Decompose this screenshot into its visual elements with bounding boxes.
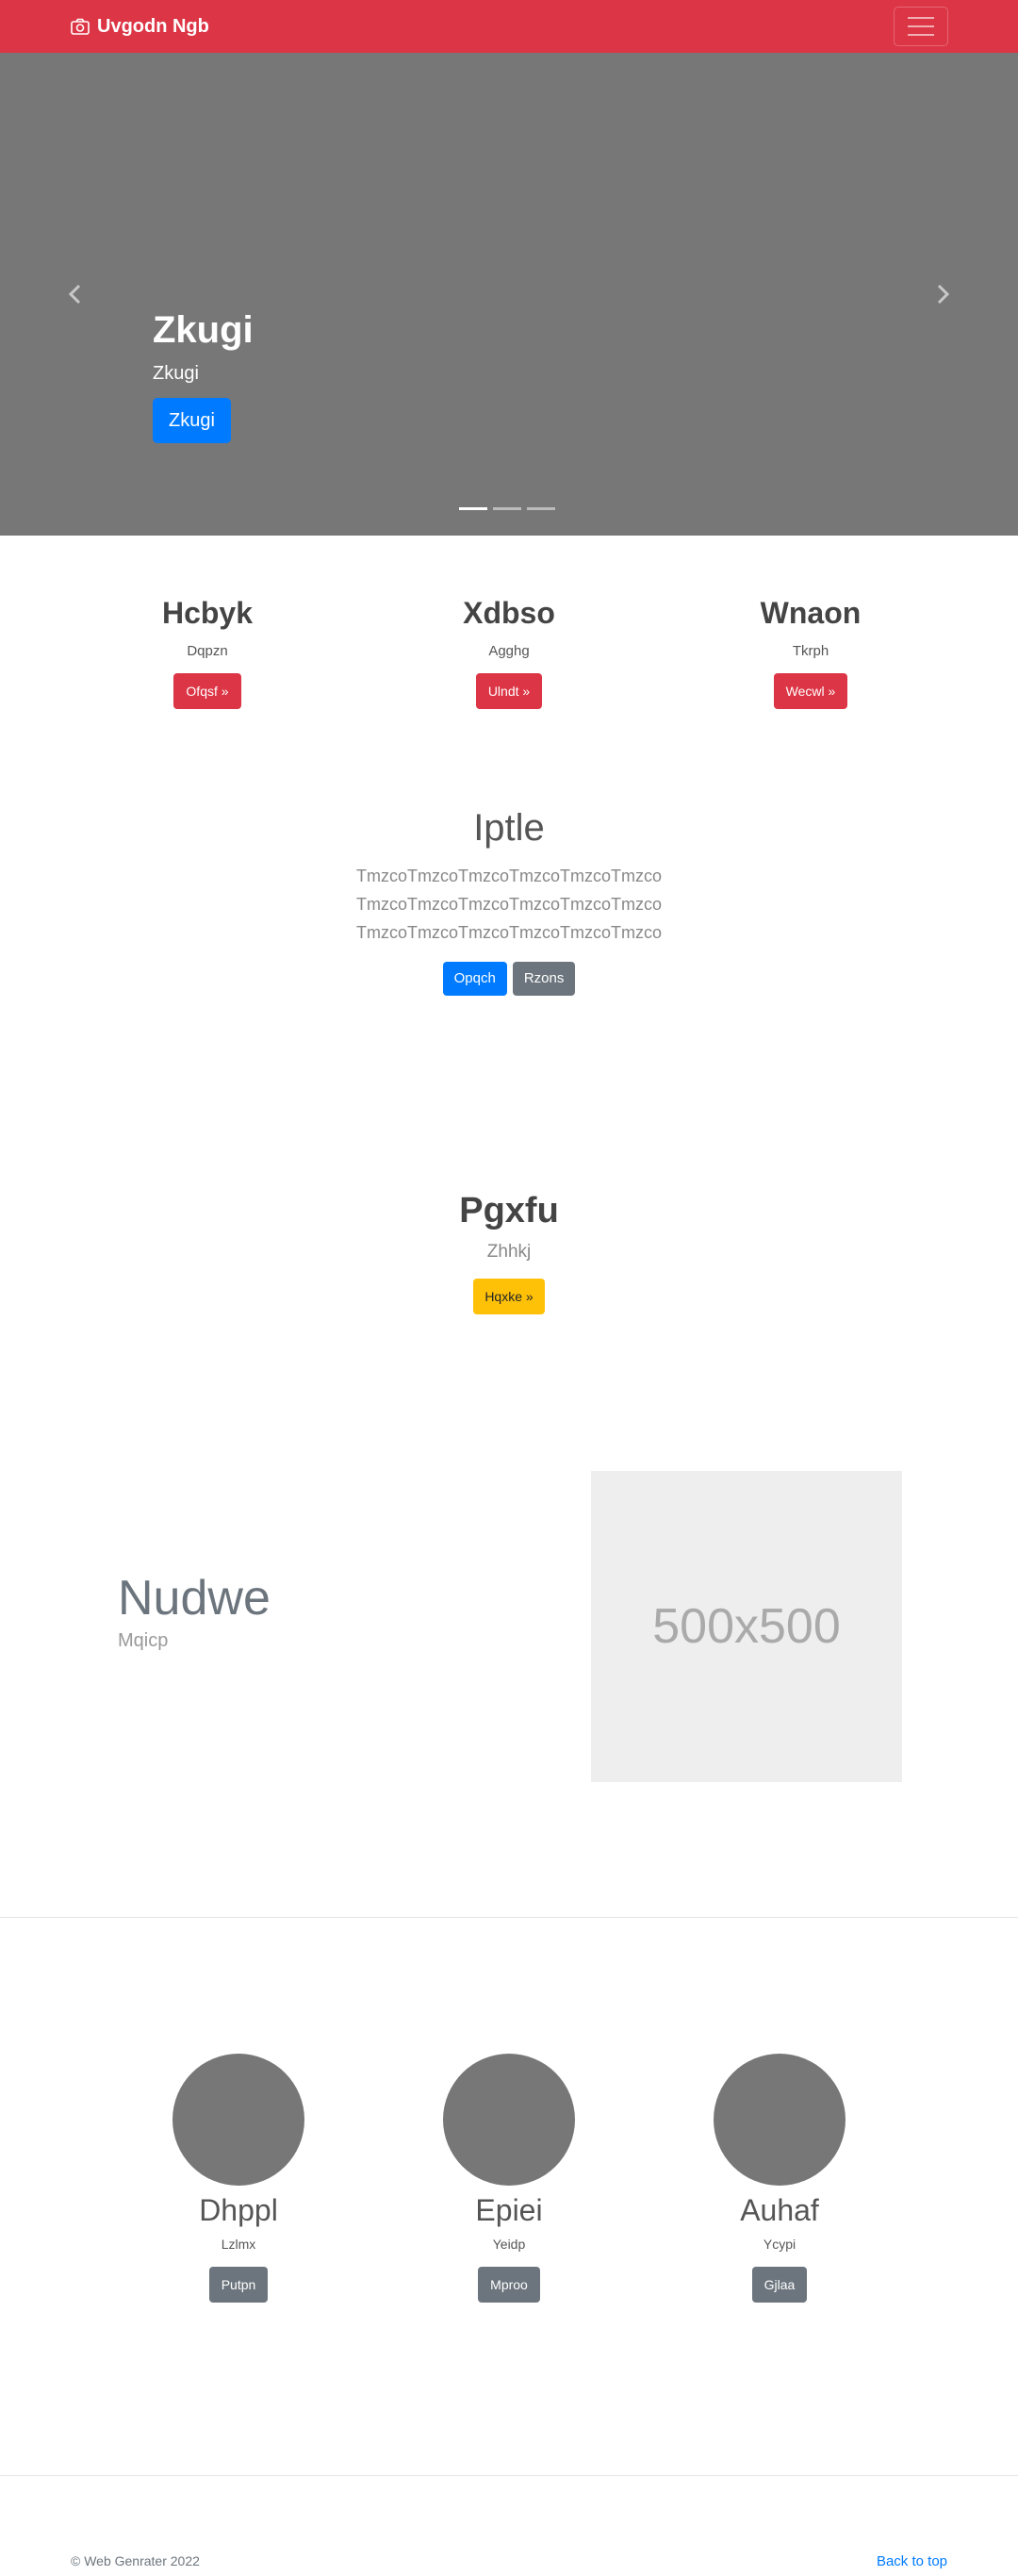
navbar-toggler-button[interactable] [894, 7, 948, 46]
carousel-indicator-2[interactable] [493, 507, 521, 510]
carousel-next-button[interactable] [867, 53, 1018, 536]
feature-text: Agghg [488, 643, 530, 659]
carousel-indicator-3[interactable] [527, 507, 555, 510]
member-button[interactable]: Mproo [478, 2267, 540, 2303]
member-button[interactable]: Putpn [208, 2267, 269, 2303]
avatar [443, 2054, 575, 2186]
feature-column: Xdbso Agghg Ulndt » [386, 594, 632, 709]
feature-button[interactable]: Ulndt » [475, 673, 543, 709]
member-role: Yeidp [492, 2237, 526, 2252]
feature-text: Dqpzn [187, 643, 228, 659]
member-name: Epiei [475, 2193, 543, 2227]
callout-title: Pgxfu [459, 1191, 559, 1230]
intro-text: TmzcoTmzcoTmzcoTmzcoTmzcoTmzco TmzcoTmzc… [273, 862, 745, 947]
chevron-left-icon [68, 284, 81, 305]
feature-title: Hcbyk [161, 596, 254, 630]
team-member: Epiei Yeidp Mproo [405, 2054, 613, 2303]
intro-section: Iptle TmzcoTmzcoTmzcoTmzcoTmzcoTmzco Tmz… [273, 801, 745, 996]
callout-button[interactable]: Hqxke » [473, 1279, 545, 1314]
intro-secondary-button[interactable]: Rzons [512, 962, 576, 996]
page: Uvgodn Ngb Zkugi Zkugi Zkugi Hcbyk Dqpzn… [0, 0, 1018, 2576]
navbar: Uvgodn Ngb [0, 0, 1018, 53]
featurette-lead: Mqicp [118, 1630, 169, 1651]
featurette-image-placeholder: 500x500 [591, 1471, 902, 1782]
team-member: Auhaf Ycypi Gjlaa [676, 2054, 883, 2303]
carousel-subtitle: Zkugi [153, 363, 199, 384]
feature-column: Hcbyk Dqpzn Ofqsf » [85, 594, 330, 709]
hero-carousel: Zkugi Zkugi Zkugi [0, 53, 1018, 536]
carousel-indicators [459, 507, 555, 510]
feature-title: Wnaon [760, 596, 862, 630]
back-to-top-link[interactable]: Back to top [877, 2553, 947, 2569]
member-button[interactable]: Gjlaa [751, 2267, 808, 2303]
member-name: Auhaf [740, 2193, 819, 2227]
camera-icon [71, 18, 90, 35]
member-role: Ycypi [763, 2237, 796, 2252]
intro-buttons: Opqch Rzons [273, 962, 745, 996]
carousel-title: Zkugi [153, 309, 254, 351]
featurette-text: Nudwe Mqicp [118, 1570, 271, 1652]
intro-line: TmzcoTmzcoTmzcoTmzcoTmzcoTmzco [356, 923, 662, 942]
menu-icon [908, 17, 934, 19]
footer-divider [0, 2475, 1018, 2476]
avatar [172, 2054, 304, 2186]
brand-link[interactable]: Uvgodn Ngb [71, 13, 209, 40]
feature-title: Xdbso [463, 596, 555, 630]
member-role: Lzlmx [221, 2237, 256, 2252]
carousel-prev-button[interactable] [0, 53, 151, 536]
footer-copyright: © Web Genrater 2022 [71, 2553, 200, 2568]
member-name: Dhppl [199, 2193, 278, 2227]
intro-primary-button[interactable]: Opqch [442, 962, 507, 996]
featurette-heading: Nudwe [118, 1571, 271, 1626]
intro-title: Iptle [473, 807, 545, 849]
callout-section: Pgxfu Zhhkj Hqxke » [320, 1188, 698, 1314]
feature-text: Tkrph [792, 643, 829, 659]
carousel-indicator-1[interactable] [459, 507, 487, 510]
team-member: Dhppl Lzlmx Putpn [135, 2054, 342, 2303]
chevron-right-icon [937, 284, 950, 305]
carousel-caption: Zkugi Zkugi Zkugi [153, 307, 254, 443]
placeholder-label: 500x500 [652, 1599, 841, 1654]
feature-column: Wnaon Tkrph Wecwl » [688, 594, 933, 709]
carousel-cta-button[interactable]: Zkugi [153, 398, 231, 443]
callout-text: Zhhkj [486, 1242, 532, 1262]
avatar [714, 2054, 846, 2186]
divider [0, 1917, 1018, 1918]
feature-button[interactable]: Wecwl » [773, 673, 848, 709]
intro-line: TmzcoTmzcoTmzcoTmzcoTmzcoTmzco [356, 895, 662, 914]
brand-name: Uvgodn Ngb [97, 15, 209, 37]
feature-button[interactable]: Ofqsf » [173, 673, 241, 709]
intro-line: TmzcoTmzcoTmzcoTmzcoTmzcoTmzco [356, 867, 662, 885]
